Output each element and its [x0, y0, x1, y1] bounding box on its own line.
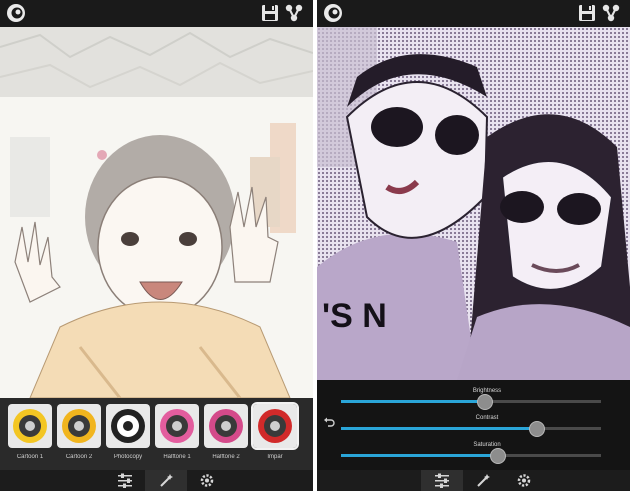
- cartoon-2-filter-icon: [62, 409, 96, 443]
- slider-fill: [341, 454, 497, 457]
- filter-item[interactable]: Cartoon 1: [6, 404, 54, 466]
- slider-thumb[interactable]: [477, 394, 493, 410]
- slider-thumb[interactable]: [529, 421, 545, 437]
- sliders-icon: [118, 473, 132, 488]
- bottom-toolbar: [0, 470, 313, 491]
- filter-item[interactable]: Cartoon 2: [55, 404, 103, 466]
- filter-label: Halftone 1: [163, 454, 191, 460]
- filter-strip: Cartoon 1 Cartoon 2 Photocopy Halftone 1 Hal…: [0, 398, 313, 470]
- halftone-2-filter-icon: [209, 409, 243, 443]
- bottom-toolbar: [317, 470, 630, 491]
- filter-thumb: [155, 404, 199, 448]
- slider-label: Contrast: [475, 415, 499, 421]
- slider-track[interactable]: [341, 394, 601, 410]
- filter-item[interactable]: Impar: [251, 402, 299, 466]
- effects-tab[interactable]: [462, 470, 504, 491]
- app-logo-icon[interactable]: [6, 3, 26, 23]
- slider-track[interactable]: [341, 448, 601, 464]
- sliders-icon: [435, 473, 449, 488]
- halftone-1-filter-icon: [160, 409, 194, 443]
- save-icon[interactable]: [261, 4, 279, 22]
- slider-track[interactable]: [341, 421, 601, 437]
- filter-item[interactable]: Halftone 1: [153, 404, 201, 466]
- share-icon[interactable]: [602, 4, 620, 22]
- filter-label: Halftone 2: [212, 454, 240, 460]
- filter-thumb: [106, 404, 150, 448]
- filter-label: Cartoon 2: [65, 454, 93, 460]
- share-icon[interactable]: [285, 4, 303, 22]
- slider-fill: [341, 400, 484, 403]
- filter-label: Cartoon 1: [16, 454, 44, 460]
- gear-icon: [200, 474, 214, 487]
- effects-tab[interactable]: [145, 470, 187, 491]
- save-icon[interactable]: [578, 4, 596, 22]
- filter-item[interactable]: Photocopy: [104, 404, 152, 466]
- app-logo-icon[interactable]: [323, 3, 343, 23]
- top-bar: [317, 0, 630, 27]
- cartoon-1-filter-icon: [13, 409, 47, 443]
- settings-tab[interactable]: [186, 470, 228, 491]
- filter-label: Impar: [267, 454, 283, 460]
- adjustments-panel: Brightness Contrast Saturation: [317, 380, 630, 470]
- right-editor-screen: 'S N Brightness Contrast Saturation: [317, 0, 630, 491]
- sliders-tab[interactable]: [421, 470, 463, 491]
- sketch-photo-canvas[interactable]: [0, 27, 313, 398]
- impar-filter-icon: [258, 409, 292, 443]
- slider-label: Brightness: [472, 388, 502, 394]
- undo-icon[interactable]: [323, 416, 335, 428]
- slider-fill: [341, 427, 536, 430]
- filter-item[interactable]: Halftone 2: [202, 404, 250, 466]
- slider-thumb[interactable]: [490, 448, 506, 464]
- filter-thumb: [204, 404, 248, 448]
- top-bar: [0, 0, 313, 27]
- sliders-tab[interactable]: [104, 470, 146, 491]
- settings-tab[interactable]: [503, 470, 545, 491]
- svg-text:'S N: 'S N: [322, 297, 387, 335]
- halftone-photo-canvas[interactable]: 'S N: [317, 27, 630, 380]
- photocopy-filter-icon: [111, 409, 145, 443]
- slider-label: Saturation: [473, 442, 501, 448]
- gear-icon: [517, 474, 531, 487]
- magic-wand-icon: [477, 474, 490, 487]
- magic-wand-icon: [160, 474, 173, 487]
- filter-thumb: [251, 402, 299, 450]
- left-editor-screen: Cartoon 1 Cartoon 2 Photocopy Halftone 1 Hal…: [0, 0, 313, 491]
- filter-thumb: [57, 404, 101, 448]
- filter-thumb: [8, 404, 52, 448]
- filter-label: Photocopy: [113, 454, 143, 460]
